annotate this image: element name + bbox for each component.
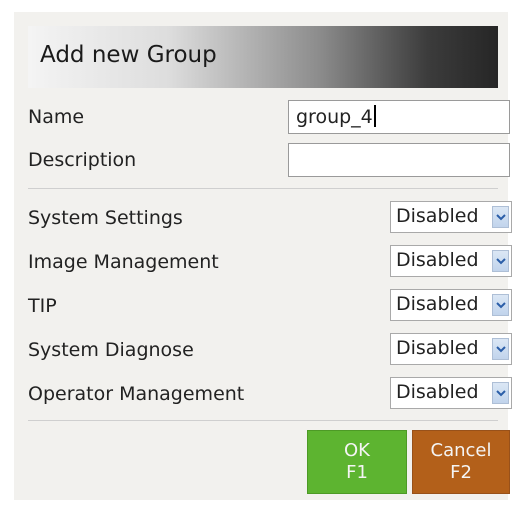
cancel-button-label: Cancel (430, 440, 492, 461)
ok-button-shortcut: F1 (346, 462, 368, 483)
select-value: Disabled (396, 293, 479, 315)
chevron-down-icon[interactable] (492, 294, 509, 316)
select-value: Disabled (396, 205, 479, 227)
text-caret (373, 105, 376, 127)
permission-select-tip[interactable]: Disabled (390, 289, 512, 321)
permission-label-tip: TIP (28, 295, 57, 317)
ok-button-label: OK (344, 440, 370, 461)
name-field[interactable]: group_4 (288, 100, 510, 134)
description-field[interactable] (288, 143, 510, 177)
cancel-button-shortcut: F2 (450, 462, 472, 483)
dialog-title-bar: Add new Group (28, 26, 498, 88)
select-value: Disabled (396, 381, 479, 403)
permission-label-system-diagnose: System Diagnose (28, 339, 194, 361)
permission-select-system-settings[interactable]: Disabled (390, 201, 512, 233)
dialog-title: Add new Group (40, 42, 217, 68)
chevron-down-icon[interactable] (492, 382, 509, 404)
permission-label-operator-management: Operator Management (28, 383, 245, 405)
ok-button[interactable]: OK F1 (307, 430, 407, 494)
chevron-down-icon[interactable] (492, 338, 509, 360)
permission-label-image-management: Image Management (28, 251, 219, 273)
permission-select-system-diagnose[interactable]: Disabled (390, 333, 512, 365)
permission-label-system-settings: System Settings (28, 207, 183, 229)
name-label: Name (28, 106, 85, 128)
permission-select-image-management[interactable]: Disabled (390, 245, 512, 277)
name-field-value: group_4 (296, 106, 373, 128)
select-value: Disabled (396, 249, 479, 271)
chevron-down-icon[interactable] (492, 250, 509, 272)
divider (28, 420, 498, 421)
permission-select-operator-management[interactable]: Disabled (390, 377, 512, 409)
divider (28, 188, 498, 189)
description-label: Description (28, 149, 137, 171)
chevron-down-icon[interactable] (492, 206, 509, 228)
cancel-button[interactable]: Cancel F2 (412, 430, 510, 494)
select-value: Disabled (396, 337, 479, 359)
add-group-dialog: Add new Group Name group_4 Description S… (14, 12, 512, 500)
